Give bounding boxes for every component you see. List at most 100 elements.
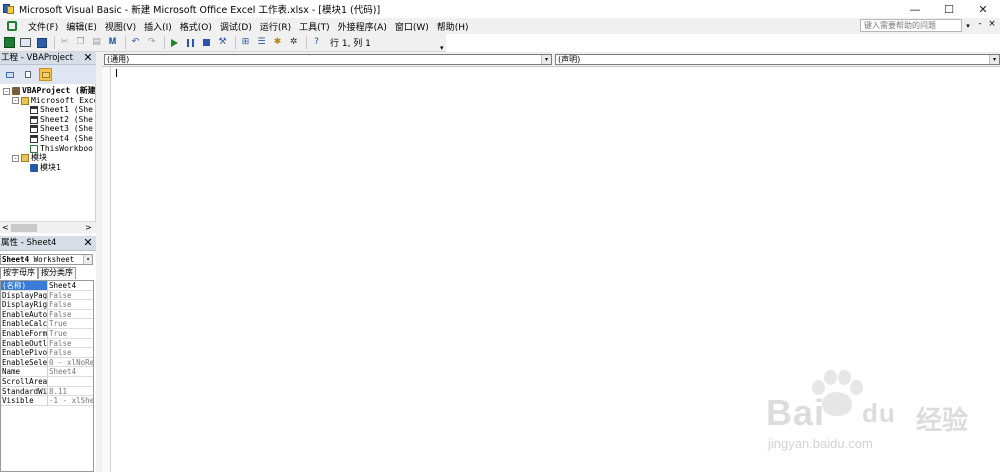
tree-item[interactable]: - 模块 bbox=[12, 153, 47, 163]
property-row[interactable]: EnableAutoF False bbox=[1, 309, 93, 320]
maximize-button[interactable]: ☐ bbox=[932, 0, 966, 18]
find-button[interactable]: 𝐌 bbox=[106, 36, 119, 49]
reset-button[interactable] bbox=[200, 36, 213, 49]
help-dropdown-icon[interactable]: ▾ bbox=[963, 20, 973, 32]
tree-item[interactable]: Sheet1 (She bbox=[30, 105, 93, 115]
properties-pane-close-icon[interactable]: ✕ bbox=[82, 237, 94, 249]
property-row[interactable]: EnableSelec 0 - xlNoRe bbox=[1, 357, 93, 368]
project-pane-close-icon[interactable]: ✕ bbox=[82, 52, 94, 64]
property-row[interactable]: (名称) Sheet4 bbox=[1, 281, 93, 291]
code-margin-indicator-bar[interactable] bbox=[102, 67, 111, 472]
insert-userform-button[interactable] bbox=[19, 36, 32, 49]
menu-item[interactable]: 插入(I) bbox=[140, 20, 176, 33]
chevron-down-icon[interactable]: ▾ bbox=[989, 55, 999, 64]
property-value[interactable]: 8.11 bbox=[48, 387, 93, 395]
redo-button[interactable]: ↷ bbox=[145, 36, 158, 49]
save-button[interactable] bbox=[35, 36, 48, 49]
property-row[interactable]: DisplayPage False bbox=[1, 290, 93, 301]
property-name: EnableForma bbox=[2, 329, 48, 338]
property-row[interactable]: DisplayRigh False bbox=[1, 300, 93, 310]
property-row[interactable]: EnableCalcu True bbox=[1, 319, 93, 329]
property-value[interactable]: True bbox=[48, 319, 93, 328]
property-row[interactable]: Visible -1 - xlShe bbox=[1, 396, 93, 406]
object-selector-dropdown[interactable]: Sheet4 Worksheet ▾ bbox=[0, 254, 93, 265]
view-code-button[interactable] bbox=[3, 68, 16, 81]
menu-item[interactable]: 格式(O) bbox=[176, 20, 216, 33]
menu-item[interactable]: 工具(T) bbox=[295, 20, 334, 33]
tree-item[interactable]: 模块1 bbox=[30, 163, 61, 173]
menu-item[interactable]: 编辑(E) bbox=[62, 20, 101, 33]
tree-item[interactable]: - VBAProject (新建 bbox=[3, 86, 95, 96]
collapse-icon[interactable]: - bbox=[12, 154, 19, 162]
tree-item[interactable]: Sheet4 (She bbox=[30, 134, 93, 144]
property-value[interactable]: Sheet4 bbox=[48, 281, 93, 289]
toolbox-icon: ✲ bbox=[289, 37, 298, 47]
menu-item[interactable]: 调试(D) bbox=[216, 20, 256, 33]
property-value[interactable]: False bbox=[48, 300, 93, 308]
scroll-thumb[interactable] bbox=[11, 224, 37, 232]
chevron-down-icon[interactable]: ▾ bbox=[83, 255, 92, 264]
menu-item[interactable]: 外接程序(A) bbox=[334, 20, 391, 33]
menu-item[interactable]: 帮助(H) bbox=[433, 20, 473, 33]
property-row[interactable]: Name Sheet4 bbox=[1, 367, 93, 377]
undo-button[interactable]: ↶ bbox=[129, 36, 142, 49]
tree-item[interactable]: Sheet3 (She bbox=[30, 124, 93, 134]
property-value[interactable]: 0 - xlNoRe bbox=[48, 358, 93, 366]
property-row[interactable]: EnableOutli False bbox=[1, 338, 93, 349]
mdi-close-button[interactable]: × bbox=[987, 19, 997, 32]
code-window-system-icon[interactable] bbox=[6, 20, 18, 32]
help-button[interactable]: ? bbox=[310, 36, 323, 49]
project-horizontal-scrollbar[interactable]: < > bbox=[0, 221, 96, 233]
property-value[interactable]: -1 - xlShe bbox=[48, 396, 93, 404]
properties-pane-header: 属性 - Sheet4 ✕ bbox=[0, 236, 96, 251]
tree-item[interactable]: Sheet2 (She bbox=[30, 115, 93, 125]
property-value[interactable]: False bbox=[48, 339, 93, 347]
tab-alphabetic[interactable]: 按字母序 bbox=[0, 267, 38, 279]
toggle-folders-button[interactable] bbox=[39, 68, 52, 81]
view-excel-button[interactable] bbox=[3, 36, 16, 49]
procedure-combo[interactable]: (声明) ▾ bbox=[555, 54, 1000, 65]
menu-item[interactable]: 运行(R) bbox=[256, 20, 295, 33]
property-value[interactable]: Sheet4 bbox=[48, 367, 93, 376]
property-value[interactable]: False bbox=[48, 291, 93, 299]
properties-window-button[interactable]: ☰ bbox=[255, 36, 268, 49]
tree-item[interactable]: - Microsoft Exce bbox=[12, 96, 95, 106]
design-mode-button[interactable]: ⚒ bbox=[216, 36, 229, 49]
chevron-down-icon[interactable]: ▾ bbox=[541, 55, 551, 64]
property-value[interactable]: False bbox=[48, 310, 93, 318]
object-browser-button[interactable]: ✱ bbox=[271, 36, 284, 49]
project-explorer-icon: ⊞ bbox=[241, 37, 250, 47]
toolbar-options-icon[interactable]: ▾ bbox=[440, 44, 444, 52]
project-icon bbox=[12, 87, 20, 95]
copy-button[interactable]: ❐ bbox=[74, 36, 87, 49]
baidu-jingyan-watermark: Bai du 经验 jingyan.baidu.com bbox=[766, 370, 996, 460]
menu-item[interactable]: 文件(F) bbox=[24, 20, 62, 33]
collapse-icon[interactable]: - bbox=[12, 97, 19, 105]
toolbox-button[interactable]: ✲ bbox=[287, 36, 300, 49]
property-row[interactable]: StandardWid 8.11 bbox=[1, 386, 93, 397]
property-value[interactable]: False bbox=[48, 348, 93, 356]
property-value[interactable]: True bbox=[48, 329, 93, 337]
view-object-button[interactable] bbox=[21, 68, 34, 81]
run-button[interactable] bbox=[168, 36, 181, 49]
scroll-left-icon[interactable]: < bbox=[2, 222, 10, 233]
break-button[interactable] bbox=[184, 36, 197, 49]
cut-button[interactable]: ✂ bbox=[58, 36, 71, 49]
menu-item[interactable]: 窗口(W) bbox=[391, 20, 433, 33]
property-row[interactable]: ScrollArea bbox=[1, 377, 93, 387]
collapse-icon[interactable]: - bbox=[3, 87, 10, 95]
property-value[interactable] bbox=[48, 377, 93, 386]
minimize-button[interactable]: — bbox=[898, 0, 932, 18]
property-row[interactable]: EnableForma True bbox=[1, 329, 93, 339]
close-window-button[interactable]: ✕ bbox=[966, 0, 1000, 18]
tab-categorized[interactable]: 按分类序 bbox=[38, 267, 76, 279]
procedure-combo-value: (声明) bbox=[558, 55, 581, 64]
menu-item[interactable]: 视图(V) bbox=[101, 20, 140, 33]
scroll-right-icon[interactable]: > bbox=[85, 222, 93, 233]
help-search-input[interactable]: 键入需要帮助的问题 bbox=[860, 19, 962, 32]
mdi-minimize-button[interactable]: - bbox=[975, 19, 985, 32]
paste-button[interactable]: ▤ bbox=[90, 36, 103, 49]
project-explorer-button[interactable]: ⊞ bbox=[239, 36, 252, 49]
property-row[interactable]: EnablePivot False bbox=[1, 348, 93, 358]
object-combo[interactable]: (通用) ▾ bbox=[104, 54, 552, 65]
